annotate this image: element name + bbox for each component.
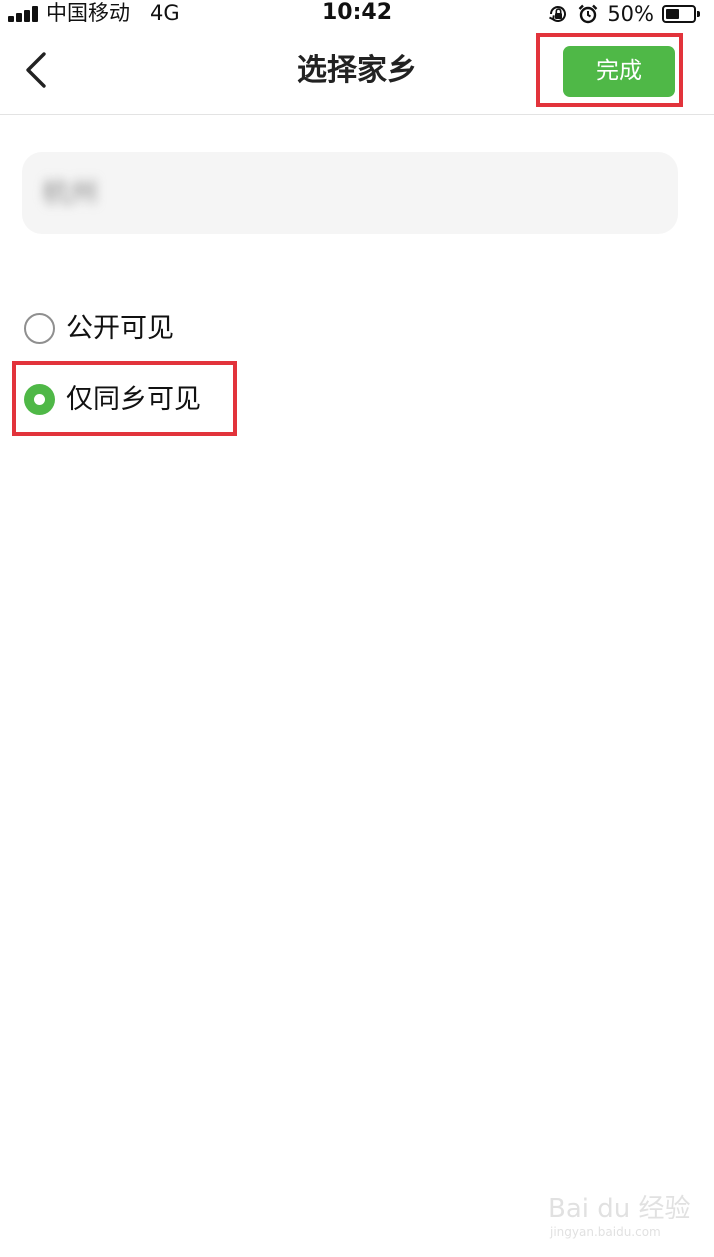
- option-label: 公开可见: [66, 313, 174, 344]
- radio-unchecked-icon[interactable]: [24, 313, 55, 344]
- watermark: Bai du 经验 jingyan.baidu.com: [548, 1180, 698, 1246]
- hometown-value: 杭州: [42, 176, 99, 209]
- done-button[interactable]: 完成: [563, 46, 675, 97]
- battery-percent: 50%: [607, 2, 654, 26]
- nav-bar: 选择家乡 完成: [0, 28, 714, 115]
- battery-icon: [662, 5, 700, 23]
- status-bar: 中国移动 4G 10:42 50%: [0, 0, 714, 28]
- watermark-url: jingyan.baidu.com: [550, 1225, 661, 1239]
- option-highlight-box: [12, 361, 237, 436]
- hometown-field[interactable]: 杭州: [22, 152, 678, 234]
- watermark-logo: Bai du 经验: [548, 1194, 691, 1224]
- alarm-icon: [578, 4, 598, 24]
- rotation-lock-icon: [549, 6, 567, 22]
- status-right-group: 50%: [547, 1, 700, 27]
